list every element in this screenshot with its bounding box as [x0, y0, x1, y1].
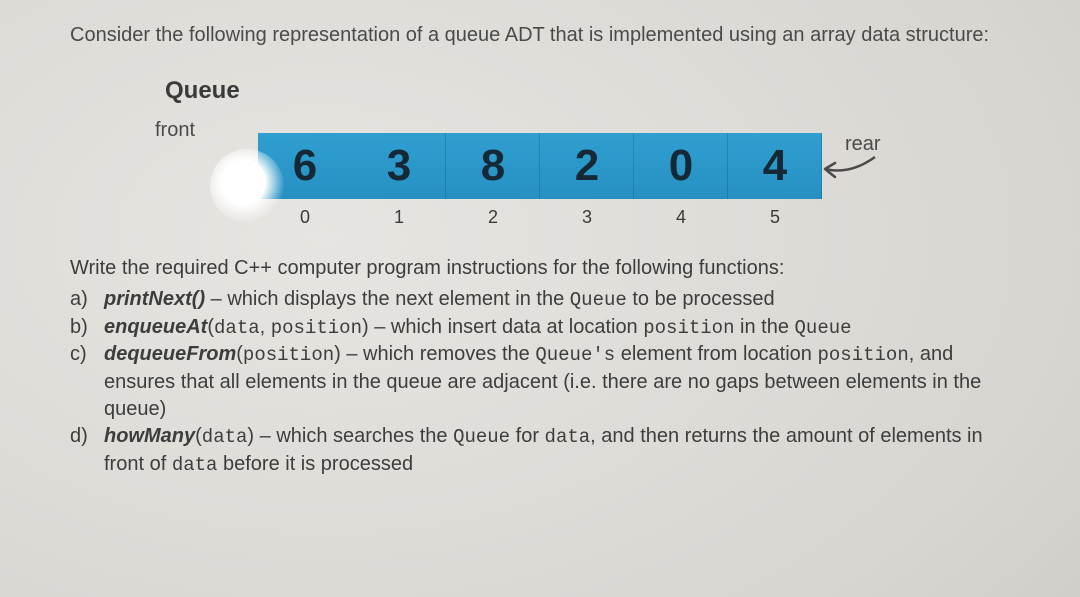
keyword: Queue's: [535, 344, 615, 366]
question-page: Consider the following representation of…: [70, 22, 1025, 478]
fn-name: printNext(): [104, 288, 205, 310]
item-text: howMany(data) – which searches the Queue…: [104, 423, 1025, 478]
item-b: b) enqueueAt(data, position) – which ins…: [70, 314, 1025, 342]
text: to be processed: [627, 288, 775, 310]
item-text: printNext() – which displays the next el…: [104, 286, 1025, 314]
keyword: Queue: [795, 317, 852, 339]
text: for: [510, 425, 544, 447]
text: ): [362, 316, 369, 338]
item-c: c) dequeueFrom(position) – which removes…: [70, 341, 1025, 423]
queue-cell: 3: [352, 133, 446, 199]
text: – which insert data at location: [369, 316, 644, 338]
index-label: 3: [540, 207, 634, 228]
intro-text: Consider the following representation of…: [70, 22, 1025, 49]
index-label: 5: [728, 207, 822, 228]
text: – which removes the: [341, 343, 536, 365]
arg: position: [271, 317, 362, 339]
item-text: dequeueFrom(position) – which removes th…: [104, 341, 1025, 423]
queue-heading: Queue: [165, 77, 1025, 105]
index-label: 1: [352, 207, 446, 228]
queue-diagram: front rear 6 3 8 2 0 4 0 1 2 3 4 5: [150, 119, 1025, 249]
queue-cell: 4: [728, 133, 822, 199]
arg: position: [243, 344, 334, 366]
text: element from location: [615, 343, 817, 365]
prompt-text: Write the required C++ computer program …: [70, 255, 1025, 282]
keyword: data: [545, 426, 591, 448]
index-label: 0: [258, 207, 352, 228]
index-label: 4: [634, 207, 728, 228]
keyword: data: [172, 454, 218, 476]
item-a: a) printNext() – which displays the next…: [70, 286, 1025, 314]
text: – which searches the: [254, 425, 453, 447]
queue-indices: 0 1 2 3 4 5: [258, 207, 822, 228]
item-label: d): [70, 423, 104, 478]
text: before it is processed: [217, 453, 413, 475]
text: ): [334, 343, 341, 365]
rear-label: rear: [845, 133, 881, 156]
queue-cell: 8: [446, 133, 540, 199]
text: (: [207, 316, 214, 338]
keyword: Queue: [453, 426, 510, 448]
queue-cells: 6 3 8 2 0 4: [258, 133, 822, 199]
front-label: front: [155, 119, 195, 142]
text: in the: [734, 316, 794, 338]
keyword: Queue: [570, 289, 627, 311]
arg: data: [202, 426, 248, 448]
rear-arrow-icon: [815, 155, 885, 205]
item-label: c): [70, 341, 104, 423]
text: (: [236, 343, 243, 365]
queue-cell: 2: [540, 133, 634, 199]
text: – which displays the next element in the: [205, 288, 570, 310]
item-label: a): [70, 286, 104, 314]
fn-name: enqueueAt: [104, 316, 207, 338]
question-items: a) printNext() – which displays the next…: [70, 286, 1025, 478]
queue-cell: 6: [258, 133, 352, 199]
text: ,: [260, 316, 271, 338]
keyword: position: [643, 317, 734, 339]
item-text: enqueueAt(data, position) – which insert…: [104, 314, 1025, 342]
fn-name: howMany: [104, 425, 195, 447]
text: (: [195, 425, 202, 447]
fn-name: dequeueFrom: [104, 343, 236, 365]
item-d: d) howMany(data) – which searches the Qu…: [70, 423, 1025, 478]
queue-cell: 0: [634, 133, 728, 199]
index-label: 2: [446, 207, 540, 228]
arg: data: [214, 317, 260, 339]
keyword: position: [818, 344, 909, 366]
item-label: b): [70, 314, 104, 342]
